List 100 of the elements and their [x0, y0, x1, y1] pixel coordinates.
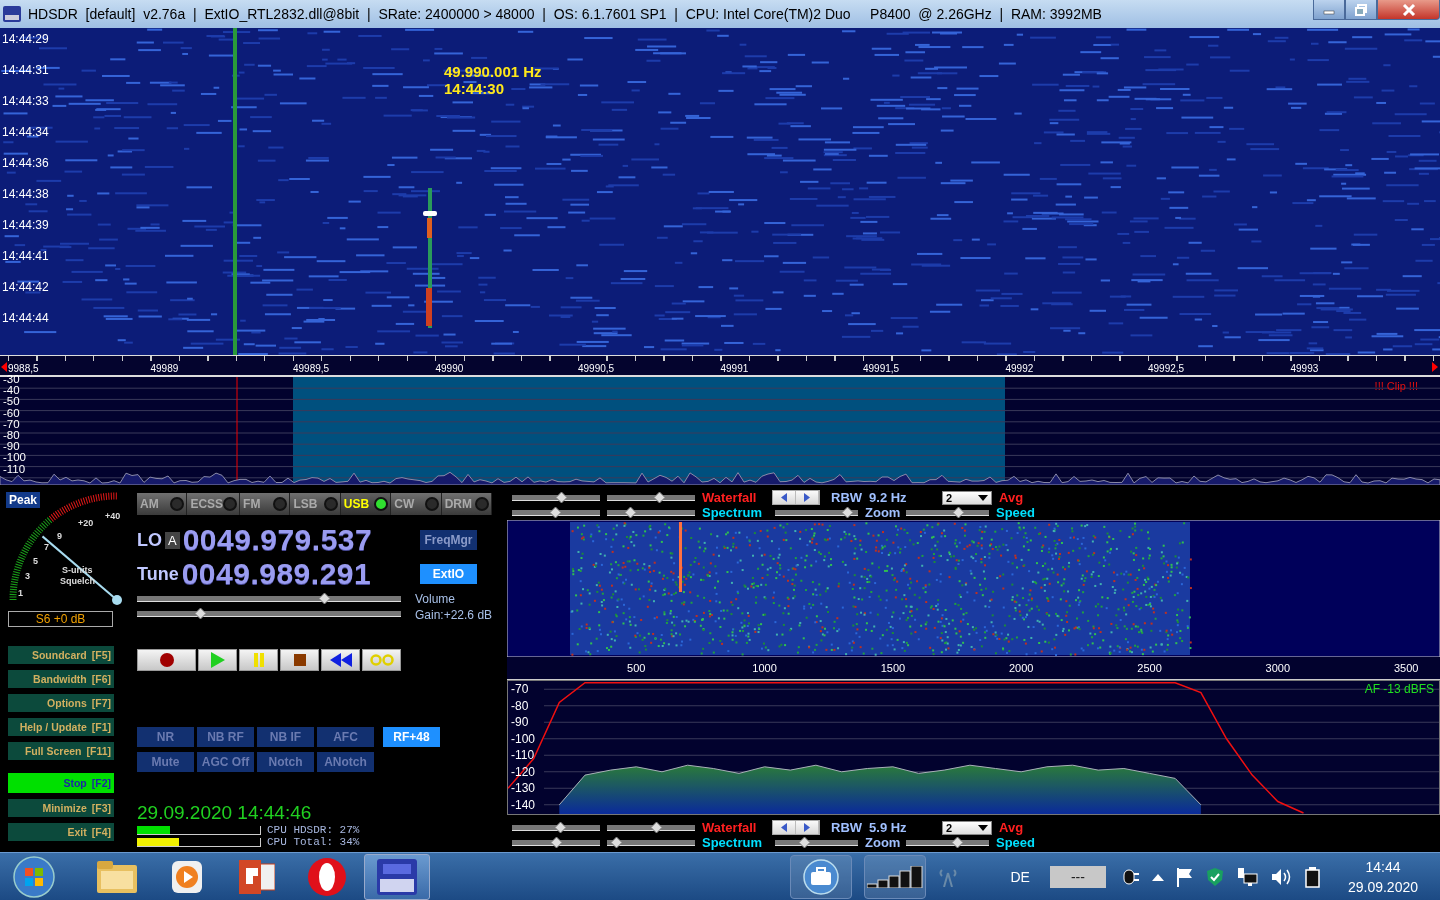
tune-label: Tune — [137, 563, 179, 585]
slider-thumb[interactable] — [549, 507, 561, 518]
side-button[interactable]: Stop [F2] — [8, 773, 114, 793]
side-button[interactable]: Soundcard [F5] — [8, 646, 114, 664]
mode-button[interactable]: ECSS — [187, 493, 241, 515]
slider[interactable] — [607, 507, 695, 518]
taskbar-app[interactable] — [364, 853, 430, 900]
slider-thumb[interactable] — [555, 822, 567, 833]
start-button[interactable] — [10, 853, 58, 900]
slider-thumb[interactable] — [625, 507, 637, 518]
slider[interactable] — [775, 837, 858, 848]
db-label: -110 — [511, 747, 535, 764]
scroll-right-icon[interactable] — [1432, 362, 1438, 372]
dsp-button[interactable]: NB RF — [197, 727, 254, 747]
toolbox-button[interactable] — [790, 854, 853, 899]
app-icon — [3, 6, 21, 22]
slider-thumb[interactable] — [841, 507, 853, 518]
record-button[interactable] — [137, 649, 196, 671]
network-icon[interactable] — [1235, 866, 1258, 887]
close-button[interactable] — [1377, 0, 1440, 20]
slider-thumb[interactable] — [952, 837, 964, 848]
dsp-button[interactable]: AFC — [317, 727, 374, 747]
language-indicator[interactable]: DE — [1010, 868, 1030, 885]
slider[interactable] — [512, 822, 600, 833]
slider[interactable] — [906, 837, 989, 848]
side-button[interactable]: Minimize [F3] — [8, 799, 114, 817]
extio-button[interactable]: ExtIO — [420, 564, 477, 584]
side-button[interactable]: Bandwidth [F6] — [8, 670, 114, 688]
slider-thumb[interactable] — [653, 492, 665, 503]
axis-label: 49989 — [150, 362, 180, 375]
left-arrow-button[interactable] — [773, 821, 796, 834]
tune-frequency[interactable]: 0049.989.291 — [181, 557, 372, 591]
slider[interactable] — [607, 837, 695, 848]
scroll-left-icon[interactable] — [1, 362, 7, 372]
stop-button[interactable] — [280, 649, 319, 671]
mode-button[interactable]: LSB — [290, 493, 341, 515]
slider[interactable] — [512, 492, 600, 503]
taskbar-clock[interactable]: 14:44 29.09.2020 — [1347, 856, 1418, 897]
avg-dropdown[interactable]: 2 — [942, 490, 993, 505]
side-button[interactable]: Full Screen [F11] — [8, 742, 114, 760]
play-button[interactable] — [198, 649, 237, 671]
avg-dropdown[interactable]: 2 — [942, 820, 993, 835]
slider-thumb[interactable] — [610, 837, 622, 848]
battery-icon[interactable] — [1303, 865, 1322, 888]
shield-icon[interactable] — [1205, 866, 1224, 887]
slider[interactable] — [512, 507, 600, 518]
right-arrow-icon — [803, 823, 811, 832]
timestamp: 14:44:29 — [2, 31, 49, 48]
mode-button[interactable]: CW — [391, 493, 442, 515]
dsp-button[interactable]: ANotch — [317, 752, 374, 772]
up-arrow-icon[interactable] — [1151, 872, 1164, 881]
lo-frequency[interactable]: 0049.979.537 — [182, 523, 373, 557]
slider-thumb[interactable] — [195, 608, 207, 619]
flag-icon[interactable] — [1175, 866, 1194, 887]
slider-thumb[interactable] — [319, 593, 331, 604]
slider-thumb[interactable] — [551, 837, 563, 848]
axis-label: 49991,5 — [863, 362, 901, 375]
vfo-label[interactable]: A — [165, 531, 180, 549]
maximize-button[interactable] — [1345, 0, 1377, 20]
mode-button[interactable]: FM — [240, 493, 291, 515]
spin-control[interactable] — [772, 820, 820, 835]
left-arrow-button[interactable] — [773, 491, 796, 504]
side-button[interactable]: Exit [F4] — [8, 823, 114, 841]
spin-control[interactable] — [772, 490, 820, 505]
mode-button[interactable]: DRM — [441, 493, 493, 515]
mode-button[interactable]: USB — [340, 493, 392, 515]
signal-button[interactable] — [864, 854, 927, 899]
slider[interactable] — [607, 492, 695, 503]
dsp-button[interactable]: RF+48 — [383, 727, 440, 747]
freqmgr-button[interactable]: FreqMgr — [420, 530, 477, 550]
axis-label: 49993 — [1290, 362, 1320, 375]
right-arrow-button[interactable] — [796, 821, 819, 834]
right-arrow-button[interactable] — [796, 491, 819, 504]
dsp-button[interactable]: Notch — [257, 752, 314, 772]
mode-button[interactable]: AM — [137, 493, 188, 515]
rbw-label: RBW — [831, 490, 863, 505]
peak-label[interactable]: Peak — [6, 492, 41, 508]
slider[interactable] — [775, 507, 858, 518]
slider[interactable] — [137, 608, 401, 619]
minimize-button[interactable] — [1313, 0, 1345, 20]
slider[interactable] — [607, 822, 695, 833]
side-button[interactable]: Help / Update [F1] — [8, 718, 114, 736]
stop-icon — [293, 654, 306, 666]
slider-thumb[interactable] — [952, 507, 964, 518]
slider[interactable] — [137, 593, 401, 604]
slider-thumb[interactable] — [799, 837, 811, 848]
zoom-label: Zoom — [865, 835, 899, 850]
slider-thumb[interactable] — [650, 822, 662, 833]
side-button[interactable]: Options [F7] — [8, 694, 114, 712]
timestamp: 14:44:41 — [2, 248, 49, 265]
slider[interactable] — [906, 507, 989, 518]
dsp-button[interactable]: NB IF — [257, 727, 314, 747]
slider-thumb[interactable] — [555, 492, 567, 503]
speed-label: Speed — [996, 505, 1035, 520]
rewind-button[interactable] — [321, 649, 360, 671]
dsp-button[interactable]: Mute — [137, 752, 194, 772]
slider[interactable] — [512, 837, 600, 848]
battery-indicator[interactable]: --- — [1049, 865, 1106, 888]
dsp-button[interactable]: AGC Off — [197, 752, 254, 772]
dsp-button[interactable]: NR — [137, 727, 194, 747]
